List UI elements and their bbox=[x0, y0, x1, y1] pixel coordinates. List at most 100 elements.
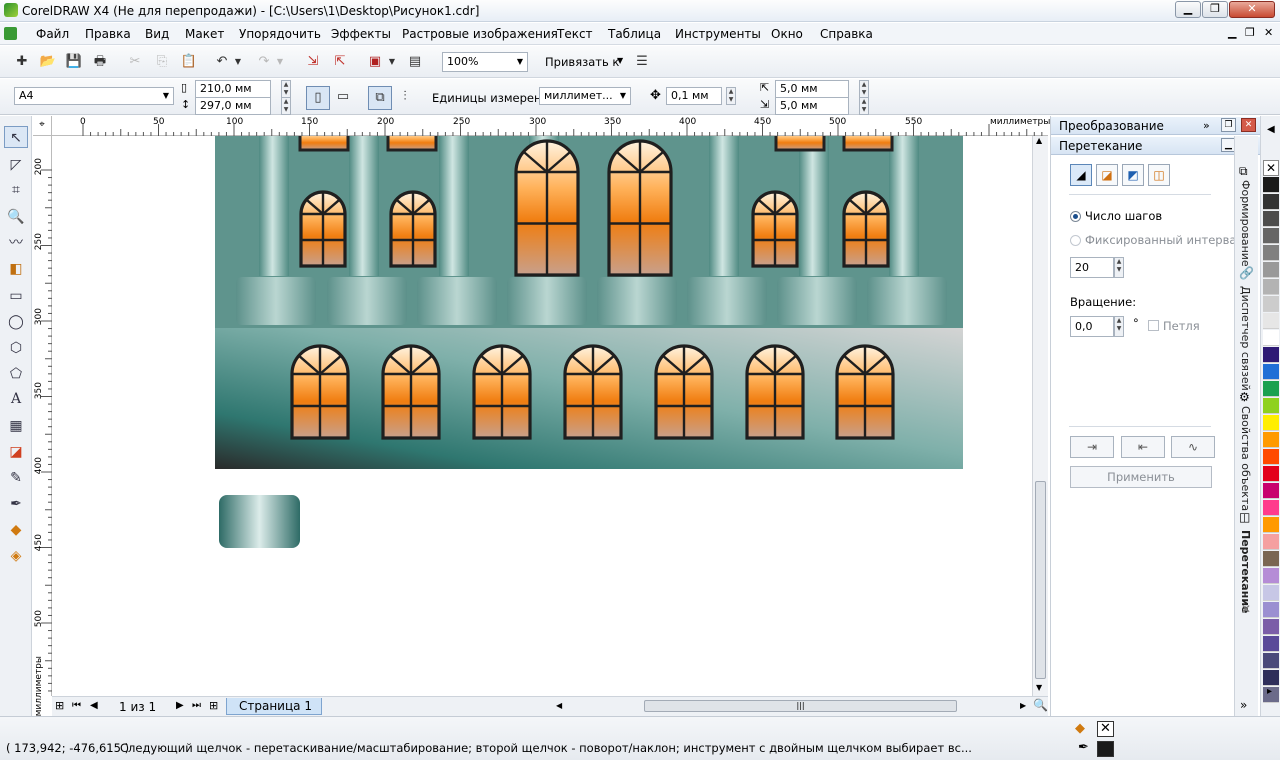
zoom-tool-icon[interactable]: 🔍 bbox=[4, 206, 28, 228]
rotation-spinner[interactable]: ▲ ▼ bbox=[1114, 316, 1124, 337]
rectangle-tool-icon[interactable]: ▭ bbox=[4, 285, 28, 307]
column-base[interactable] bbox=[777, 277, 857, 325]
close-button[interactable]: ✕ bbox=[1229, 1, 1275, 18]
text-tool-icon[interactable]: A bbox=[4, 388, 28, 410]
color-swatch[interactable] bbox=[1263, 228, 1279, 244]
basic-shapes-tool-icon[interactable]: ⬠ bbox=[4, 363, 28, 385]
window[interactable] bbox=[298, 136, 350, 152]
steps-radio[interactable] bbox=[1070, 211, 1081, 222]
color-swatch[interactable] bbox=[1263, 636, 1279, 652]
window[interactable] bbox=[514, 139, 580, 277]
fixed-interval-radio[interactable] bbox=[1070, 235, 1081, 246]
color-swatch[interactable] bbox=[1263, 653, 1279, 669]
column[interactable] bbox=[349, 136, 379, 276]
menu-help[interactable]: Справка bbox=[820, 27, 873, 41]
import-icon[interactable]: ⇲ bbox=[303, 52, 323, 72]
column-base[interactable] bbox=[507, 277, 587, 325]
horizontal-ruler[interactable]: 0 50 100 150 200 250 300 350 400 450 500… bbox=[52, 116, 1065, 136]
window[interactable] bbox=[563, 344, 623, 440]
freehand-tool-icon[interactable]: 〰 bbox=[4, 232, 28, 254]
color-swatch[interactable] bbox=[1263, 602, 1279, 618]
shaping-tab-icon[interactable]: ⧉ bbox=[1239, 164, 1248, 179]
window[interactable] bbox=[751, 190, 799, 268]
copy-icon[interactable]: ⎘ bbox=[152, 52, 172, 72]
blend-acceleration-mode-button[interactable]: ◪ bbox=[1096, 164, 1118, 186]
zoom-level-select[interactable]: 100% ▼ bbox=[442, 52, 528, 72]
window[interactable] bbox=[389, 190, 437, 268]
smart-fill-tool-icon[interactable]: ◧ bbox=[4, 258, 28, 280]
color-swatch[interactable] bbox=[1263, 670, 1279, 686]
table-tool-icon[interactable]: ▦ bbox=[4, 415, 28, 437]
save-icon[interactable]: 💾 bbox=[64, 52, 84, 72]
nudge-input[interactable]: 0,1 мм bbox=[666, 87, 722, 105]
tab-shaping[interactable]: Формирование bbox=[1239, 180, 1252, 267]
column-base[interactable] bbox=[417, 277, 497, 325]
color-swatch[interactable] bbox=[1263, 466, 1279, 482]
tab-object-properties[interactable]: Свойства объекта bbox=[1239, 406, 1252, 511]
units-select[interactable]: миллимет... ▼ bbox=[539, 87, 631, 105]
polygon-tool-icon[interactable]: ⬡ bbox=[4, 337, 28, 359]
drawing-canvas[interactable] bbox=[52, 136, 1032, 696]
end-object-button[interactable]: ⇤ bbox=[1121, 436, 1165, 458]
undo-dropdown-icon[interactable]: ▼ bbox=[232, 52, 244, 72]
vertical-ruler[interactable]: 200 250 300 350 400 450 500 миллиметры bbox=[33, 136, 52, 730]
duplicate-x-input[interactable]: 5,0 мм bbox=[775, 80, 849, 98]
scroll-up-icon[interactable]: ▲ bbox=[1036, 136, 1042, 145]
launcher-dropdown-icon[interactable]: ▼ bbox=[386, 52, 398, 72]
export-icon[interactable]: ⇱ bbox=[330, 52, 350, 72]
color-swatch[interactable] bbox=[1263, 415, 1279, 431]
color-swatch[interactable] bbox=[1263, 398, 1279, 414]
color-swatch[interactable] bbox=[1263, 517, 1279, 533]
print-icon[interactable]: 🖶 bbox=[90, 52, 110, 72]
expand-icon[interactable]: » bbox=[1203, 119, 1210, 132]
shape-tool-icon[interactable]: ◸ bbox=[4, 154, 28, 176]
window[interactable] bbox=[774, 136, 826, 152]
blend-steps-mode-button[interactable]: ◢ bbox=[1070, 164, 1092, 186]
all-pages-button[interactable]: ⧉ bbox=[368, 86, 392, 110]
redo-icon[interactable]: ↷ bbox=[254, 52, 274, 72]
tab-link-manager[interactable]: Диспетчер связей bbox=[1239, 286, 1252, 391]
crop-tool-icon[interactable]: ⌗ bbox=[4, 179, 28, 201]
scroll-tabs-icon[interactable]: » bbox=[1240, 698, 1247, 712]
color-swatch[interactable] bbox=[1263, 483, 1279, 499]
loop-checkbox[interactable] bbox=[1148, 320, 1159, 331]
open-folder-icon[interactable]: 📂 bbox=[38, 52, 58, 72]
pick-tool-icon[interactable]: ↖ bbox=[4, 126, 28, 148]
color-swatch[interactable] bbox=[1263, 194, 1279, 210]
page-width-input[interactable]: 210,0 мм bbox=[195, 80, 271, 98]
color-swatch[interactable] bbox=[1263, 449, 1279, 465]
duplicate-x-spinner[interactable]: ▲ ▼ bbox=[859, 80, 869, 98]
color-swatch[interactable] bbox=[1263, 262, 1279, 278]
navigator-icon[interactable]: 🔍 bbox=[1033, 698, 1048, 712]
window[interactable] bbox=[654, 344, 714, 440]
column-base[interactable] bbox=[687, 277, 767, 325]
color-swatch[interactable] bbox=[1263, 381, 1279, 397]
add-page-after-icon[interactable]: ⊞ bbox=[209, 699, 218, 712]
color-swatch[interactable] bbox=[1263, 211, 1279, 227]
close-tab-icon[interactable]: ✕ bbox=[1241, 602, 1251, 616]
window[interactable] bbox=[290, 344, 350, 440]
eyedropper-tool-icon[interactable]: ✎ bbox=[4, 467, 28, 489]
column[interactable] bbox=[799, 136, 829, 276]
steps-spinner[interactable]: ▲ ▼ bbox=[1114, 257, 1124, 278]
scroll-left-icon[interactable]: ◀ bbox=[556, 701, 562, 710]
snap-to-button[interactable]: Привязать к bbox=[545, 55, 619, 69]
column-base[interactable] bbox=[867, 277, 947, 325]
new-doc-icon[interactable]: ✚ bbox=[12, 52, 32, 72]
menu-file[interactable]: Файл bbox=[36, 27, 69, 41]
color-swatch[interactable] bbox=[1263, 568, 1279, 584]
menu-tools[interactable]: Инструменты bbox=[675, 27, 761, 41]
color-swatch[interactable] bbox=[1263, 347, 1279, 363]
menu-view[interactable]: Вид bbox=[145, 27, 169, 41]
start-object-button[interactable]: ⇥ bbox=[1070, 436, 1114, 458]
window[interactable] bbox=[745, 344, 805, 440]
palette-expand-icon[interactable]: ▸ bbox=[1267, 686, 1272, 697]
welcome-screen-icon[interactable]: ▤ bbox=[405, 52, 425, 72]
maximize-button[interactable]: ❐ bbox=[1202, 1, 1228, 18]
menu-edit[interactable]: Правка bbox=[85, 27, 131, 41]
scroll-right-icon[interactable]: ▶ bbox=[1020, 701, 1026, 710]
window[interactable] bbox=[386, 136, 438, 152]
blend-tab-icon[interactable]: ◫ bbox=[1239, 510, 1250, 524]
color-swatch[interactable] bbox=[1263, 585, 1279, 601]
fill-color-indicator[interactable]: ✕ bbox=[1097, 721, 1114, 737]
